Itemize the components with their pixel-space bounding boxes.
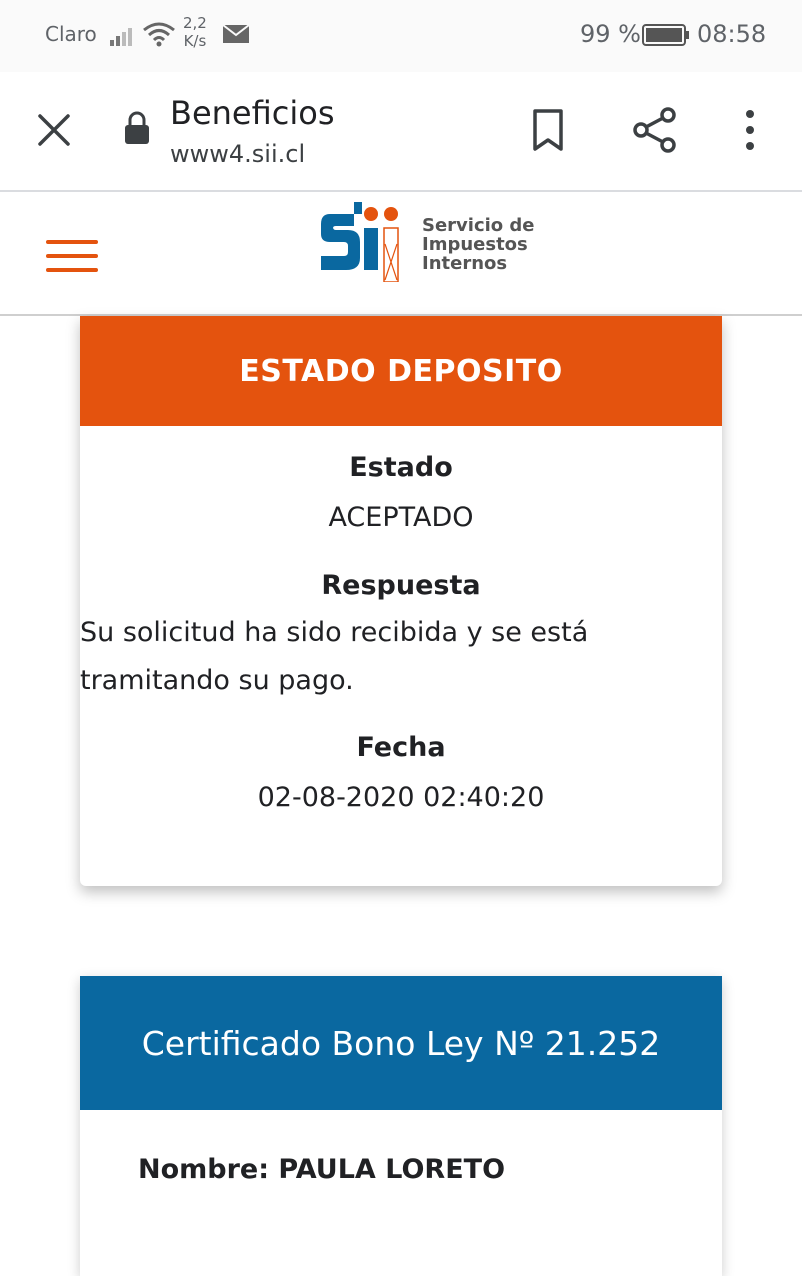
logo-line: Internos — [422, 253, 508, 274]
sii-logo-icon[interactable] — [318, 200, 408, 282]
logo-line: Servicio de — [422, 215, 535, 236]
menu-icon[interactable] — [46, 238, 98, 274]
fecha-label: Fecha — [356, 732, 446, 763]
logo-line: Impuestos — [422, 234, 528, 255]
site-header: Servicio de Impuestos Internos — [0, 192, 802, 316]
status-bar: Claro 2,2 K/s 99 % 08:58 — [0, 0, 802, 72]
respuesta-value: Su solicitud ha sido recibida y se está … — [80, 617, 589, 696]
estado-value: ACEPTADO — [328, 502, 474, 533]
deposit-card-title: ESTADO DEPOSITO — [239, 353, 563, 389]
page-url[interactable]: www4.sii.cl — [170, 140, 305, 168]
speed-unit: K/s — [183, 32, 207, 50]
deposit-card-header: ESTADO DEPOSITO — [80, 316, 722, 426]
clock: 08:58 — [697, 20, 767, 48]
page-title: Beneficios — [170, 94, 335, 132]
estado-label: Estado — [349, 452, 453, 483]
battery-icon — [642, 24, 689, 46]
logo-text: Servicio de Impuestos Internos — [422, 216, 535, 273]
signal-icon — [110, 28, 132, 46]
respuesta-label: Respuesta — [321, 570, 481, 601]
close-icon[interactable] — [34, 110, 74, 150]
network-speed: 2,2 K/s — [183, 14, 207, 50]
mail-icon — [222, 24, 250, 43]
certificate-card: Certificado Bono Ley Nº 21.252 Nombre: P… — [80, 976, 722, 1276]
battery-percent: 99 % — [580, 20, 641, 48]
lock-icon[interactable] — [123, 110, 151, 146]
deposit-status-card: ESTADO DEPOSITO Estado ACEPTADO Respuest… — [80, 316, 722, 886]
more-options-icon[interactable] — [738, 108, 762, 152]
fecha-value: 02-08-2020 02:40:20 — [257, 782, 545, 813]
browser-toolbar: Beneficios www4.sii.cl — [0, 72, 802, 192]
bookmark-icon[interactable] — [530, 108, 566, 152]
speed-value: 2,2 — [183, 14, 207, 32]
beneficiary-name: Nombre: PAULA LORETO — [138, 1154, 506, 1185]
wifi-icon — [143, 22, 175, 47]
certificate-card-header: Certificado Bono Ley Nº 21.252 — [80, 976, 722, 1110]
certificate-card-title: Certificado Bono Ley Nº 21.252 — [141, 1023, 661, 1063]
page-content[interactable]: ESTADO DEPOSITO Estado ACEPTADO Respuest… — [0, 316, 802, 1276]
share-icon[interactable] — [632, 106, 678, 154]
carrier-label: Claro — [45, 22, 97, 46]
